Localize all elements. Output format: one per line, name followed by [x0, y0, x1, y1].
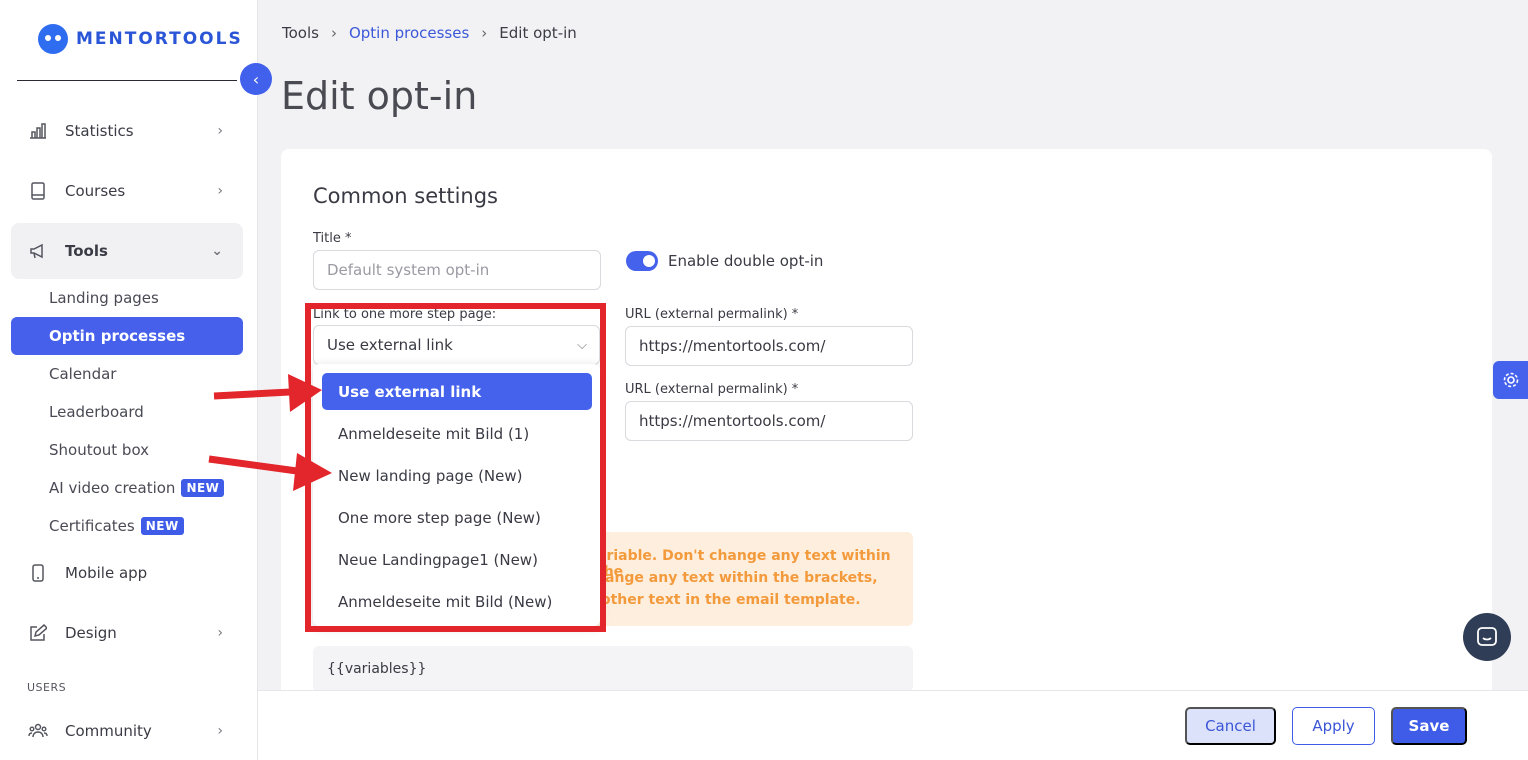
- subitem-label: Shoutout box: [49, 441, 150, 459]
- subitem-label: Certificates: [49, 517, 135, 535]
- divider: [17, 80, 237, 81]
- chevron-right-icon: ›: [330, 24, 337, 42]
- logo-icon: [38, 24, 68, 54]
- sidebar-item-tools[interactable]: Tools ⌄: [11, 223, 243, 279]
- chat-icon: [1477, 627, 1497, 646]
- section-label-users: USERS: [27, 681, 67, 694]
- sidebar-item-label: Tools: [65, 242, 108, 260]
- chevron-right-icon: ›: [217, 123, 223, 139]
- sidebar-subitem-calendar[interactable]: Calendar: [49, 363, 116, 385]
- url-label: URL (external permalink) *: [625, 382, 799, 397]
- breadcrumb-current: Edit opt-in: [499, 24, 577, 42]
- sidebar-item-community[interactable]: Community ›: [11, 703, 243, 759]
- url-input[interactable]: https://mentortools.com/: [625, 401, 913, 441]
- annotation-arrow-icon: [213, 374, 322, 412]
- sidebar-subitem-certificates[interactable]: Certificates NEW: [49, 515, 184, 537]
- dropdown-option[interactable]: New landing page (New): [322, 457, 592, 494]
- apply-button[interactable]: Apply: [1292, 707, 1375, 745]
- variables-box: {{variables}}: [313, 646, 913, 692]
- sidebar-item-label: Courses: [65, 182, 126, 200]
- dropdown-option[interactable]: Anmeldeseite mit Bild (1): [322, 415, 592, 452]
- link-step-select[interactable]: Use external link ⌵: [313, 325, 600, 365]
- url-input[interactable]: https://mentortools.com/: [625, 326, 913, 366]
- annotation-arrow-icon: [208, 453, 332, 491]
- double-optin-toggle[interactable]: [626, 251, 658, 271]
- title-input[interactable]: Default system opt-in: [313, 250, 601, 290]
- subitem-label: Optin processes: [49, 327, 186, 345]
- subitem-label: Leaderboard: [49, 403, 144, 421]
- cancel-button[interactable]: Cancel: [1185, 707, 1276, 745]
- warning-text: other text in the email template.: [601, 592, 861, 608]
- users-icon: [28, 721, 48, 741]
- double-optin-label: Enable double opt-in: [668, 252, 824, 270]
- settings-tab-button[interactable]: [1493, 361, 1528, 399]
- new-badge: NEW: [140, 517, 184, 535]
- chevron-right-icon: ›: [481, 24, 488, 42]
- sidebar-item-label: Mobile app: [65, 564, 148, 582]
- sidebar-item-label: Design: [65, 624, 117, 642]
- select-value: Use external link: [327, 336, 453, 354]
- gear-icon: [1503, 372, 1518, 388]
- chevron-down-icon: ⌄: [211, 243, 223, 259]
- sidebar-subitem-leaderboard[interactable]: Leaderboard: [49, 401, 144, 423]
- chat-support-button[interactable]: [1463, 613, 1511, 661]
- warning-text: ange any text within the brackets,: [605, 570, 878, 586]
- chevron-left-icon: ‹: [252, 69, 260, 89]
- dropdown-option[interactable]: Use external link: [322, 373, 592, 410]
- sidebar-item-label: Statistics: [65, 122, 134, 140]
- chevron-right-icon: ›: [217, 723, 223, 739]
- sidebar-item-mobile-app[interactable]: Mobile app: [11, 545, 243, 601]
- sidebar-subitem-optin-processes[interactable]: Optin processes: [11, 317, 243, 355]
- bar-chart-icon: [28, 121, 48, 141]
- sidebar-subitem-landing-pages[interactable]: Landing pages: [49, 287, 159, 309]
- breadcrumb-tools[interactable]: Tools: [282, 24, 319, 42]
- subitem-label: AI video creation: [49, 479, 176, 497]
- dropdown-option[interactable]: Anmeldeseite mit Bild (New): [322, 583, 592, 620]
- sidebar-item-label: Community: [65, 722, 152, 740]
- brand-logo[interactable]: MENTORTOOLS: [38, 24, 243, 54]
- edit-icon: [28, 623, 48, 643]
- breadcrumb-optin-processes[interactable]: Optin processes: [349, 24, 469, 42]
- chevron-down-icon: ⌵: [577, 337, 587, 353]
- smartphone-icon: [28, 563, 48, 583]
- url-label: URL (external permalink) *: [625, 307, 799, 322]
- sidebar-subitem-ai-video-creation[interactable]: AI video creation NEW: [49, 477, 225, 499]
- breadcrumb: Tools › Optin processes › Edit opt-in: [282, 24, 577, 42]
- chevron-right-icon: ›: [217, 183, 223, 199]
- sidebar-item-statistics[interactable]: Statistics ›: [11, 103, 243, 159]
- title-label: Title *: [313, 231, 352, 246]
- sidebar-item-courses[interactable]: Courses ›: [11, 163, 243, 219]
- book-icon: [28, 181, 48, 201]
- save-button[interactable]: Save: [1391, 707, 1467, 745]
- dropdown-option[interactable]: One more step page (New): [322, 499, 592, 536]
- dropdown-option[interactable]: Neue Landingpage1 (New): [322, 541, 592, 578]
- link-step-dropdown: Use external link Anmeldeseite mit Bild …: [313, 364, 600, 626]
- section-title: Common settings: [313, 184, 499, 208]
- link-step-label: Link to one more step page:: [313, 307, 497, 322]
- sidebar-subitem-shoutout-box[interactable]: Shoutout box: [49, 439, 149, 461]
- brand-name: MENTORTOOLS: [76, 29, 243, 49]
- subitem-label: Landing pages: [49, 289, 159, 307]
- chevron-right-icon: ›: [217, 625, 223, 641]
- subitem-label: Calendar: [49, 365, 117, 383]
- megaphone-icon: [28, 241, 48, 261]
- collapse-sidebar-button[interactable]: ‹: [240, 63, 272, 95]
- page-title: Edit opt-in: [281, 74, 478, 118]
- sidebar-item-design[interactable]: Design ›: [11, 605, 243, 661]
